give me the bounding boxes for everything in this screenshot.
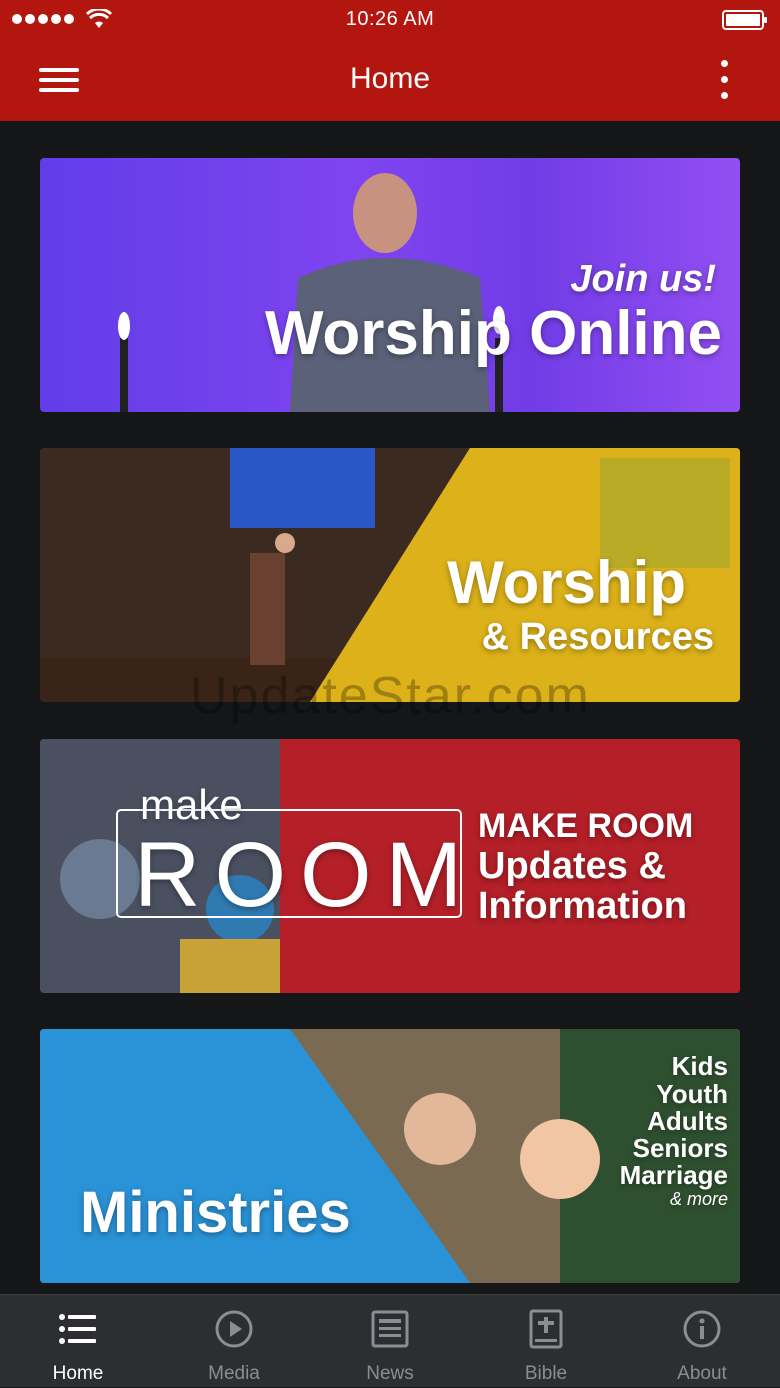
ministry-list-kids: Kids	[671, 1051, 728, 1081]
tab-news[interactable]: News	[312, 1295, 468, 1388]
tile-heading: MAKE ROOM	[478, 807, 694, 845]
tile-title-line-1: Updates &	[478, 845, 666, 887]
page-title: Home	[349, 62, 431, 95]
play-circle-icon	[215, 1310, 253, 1348]
tab-label: About	[677, 1363, 727, 1384]
battery-icon	[722, 10, 767, 30]
tab-home[interactable]: Home	[0, 1295, 156, 1388]
more-options-button[interactable]	[712, 56, 736, 102]
worship-resources-tile[interactable]: Worship & Resources	[40, 448, 740, 702]
ministry-list-marriage: Marriage	[619, 1160, 728, 1190]
tab-bible[interactable]: Bible	[468, 1295, 624, 1388]
navigation-bar: Home	[0, 40, 780, 121]
tab-bar: Home Media News Bible About	[0, 1294, 780, 1387]
tab-media[interactable]: Media	[156, 1295, 312, 1388]
status-time: 10:26 AM	[345, 8, 435, 30]
tile-subtitle: & Resources	[481, 616, 714, 658]
ministry-list-more: & more	[669, 1189, 728, 1209]
make-room-tile[interactable]: make ROOM MAKE ROOM Updates & Informatio…	[40, 739, 740, 993]
tab-about[interactable]: About	[624, 1295, 780, 1388]
make-room-logo-big: ROOM	[134, 824, 477, 926]
bible-icon	[529, 1309, 563, 1349]
watermark: UpdateStar.com	[190, 667, 591, 725]
tile-title: Worship	[447, 549, 686, 616]
list-icon	[59, 1314, 96, 1344]
vertical-dots-icon	[721, 60, 728, 67]
ministries-tile[interactable]: Kids Youth Adults Seniors Marriage & mor…	[40, 1029, 740, 1283]
tile-title: Worship Online	[265, 299, 722, 368]
tab-label: News	[366, 1363, 414, 1384]
tab-label: Media	[208, 1363, 260, 1384]
tile-title: Ministries	[80, 1180, 351, 1245]
tab-label: Home	[52, 1363, 104, 1384]
info-circle-icon	[683, 1310, 721, 1348]
tile-title-line-2: Information	[478, 885, 687, 927]
tile-tagline: Join us!	[570, 258, 716, 300]
newspaper-icon	[371, 1310, 409, 1348]
tab-label: Bible	[524, 1363, 568, 1384]
make-room-logo-small: make	[140, 781, 243, 828]
worship-online-tile[interactable]: Join us! Worship Online	[40, 158, 740, 412]
status-bar: 10:26 AM	[0, 0, 780, 40]
